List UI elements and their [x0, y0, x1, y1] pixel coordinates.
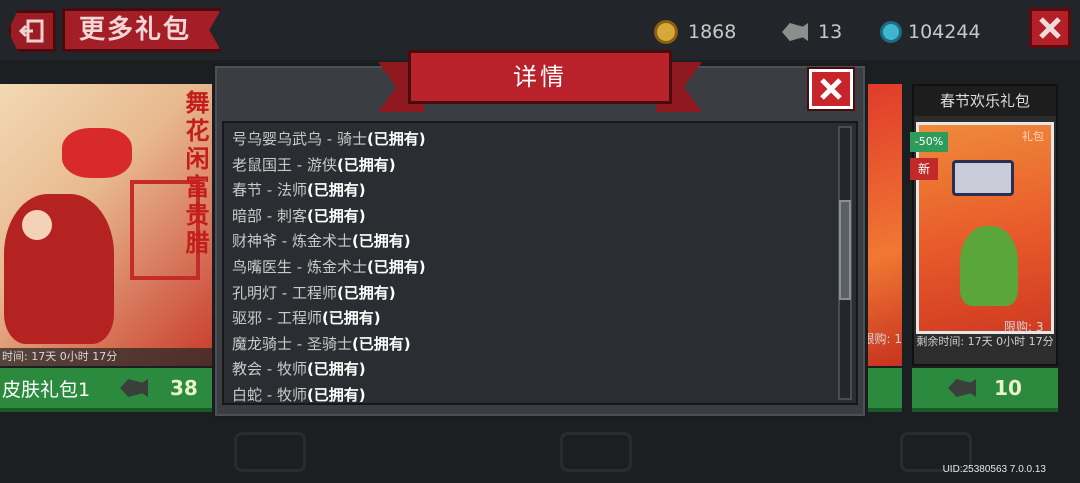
list-item: 魔龙骑士 - 圣骑士(已拥有) — [232, 332, 832, 358]
item-status: (已拥有) — [306, 206, 366, 225]
list-item: 孔明灯 - 工程师(已拥有) — [232, 281, 832, 307]
exit-icon — [19, 19, 44, 43]
close-page-button[interactable] — [1029, 8, 1071, 48]
list-item: 鸟嘴医生 - 炼金术士(已拥有) — [232, 255, 832, 281]
gem-counter: 104244 — [880, 18, 981, 46]
list-item: 暗部 - 刺客(已拥有) — [232, 204, 832, 230]
item-hero: 号乌婴乌武乌 - 骑士 — [232, 130, 367, 148]
item-hero: 驱邪 - 工程师 — [232, 309, 322, 328]
spring-pack-buy-button[interactable]: 10 — [912, 368, 1058, 412]
gift-label: 礼包 — [1022, 130, 1044, 143]
gem-count: 104244 — [908, 21, 981, 43]
item-status: (已拥有) — [306, 385, 366, 404]
uid-version-label: UID:25380563 7.0.0.13 — [942, 464, 1046, 475]
item-status: (已拥有) — [306, 360, 366, 379]
pack-name: 皮肤礼包1 — [2, 378, 91, 401]
hidden-pack-limit: 限购: 1 — [866, 332, 902, 346]
bottom-nav-icon[interactable] — [234, 432, 306, 472]
fish-icon — [120, 379, 148, 397]
bottom-nav-icon[interactable] — [560, 432, 632, 472]
pack-title: 春节欢乐礼包 — [914, 86, 1056, 116]
item-hero: 魔龙骑士 - 圣骑士 — [232, 334, 352, 353]
close-icon — [1039, 17, 1061, 39]
dialog-close-button[interactable] — [807, 67, 855, 111]
fish-icon — [948, 379, 977, 397]
item-hero: 暗部 - 刺客 — [232, 206, 307, 225]
card-timer: 剩余时间: 17天 0小时 17分 — [916, 335, 1054, 348]
discount-badge: -50% — [910, 132, 948, 152]
card-art — [62, 128, 132, 178]
item-hero: 春节 - 法师 — [232, 181, 307, 200]
scrollbar-thumb[interactable] — [839, 200, 851, 300]
hidden-pack-card[interactable] — [866, 84, 902, 366]
fish-counter: 13 — [782, 18, 842, 46]
close-icon — [820, 78, 842, 100]
pack-price: 38 — [170, 376, 198, 400]
gem-icon — [880, 21, 902, 43]
new-badge: 新 — [910, 158, 938, 180]
item-hero: 财神爷 - 炼金术士 — [232, 232, 352, 251]
list-item: 白蛇 - 牧师(已拥有) — [232, 383, 832, 404]
purchase-limit: 限购: 3 — [1004, 320, 1044, 334]
list-item: 驱邪 - 工程师(已拥有) — [232, 306, 832, 332]
page-title: 更多礼包 — [62, 8, 222, 52]
item-status: (已拥有) — [336, 283, 396, 302]
fish-icon — [782, 23, 808, 41]
item-status: (已拥有) — [366, 130, 426, 148]
fish-count: 13 — [818, 21, 843, 43]
list-content: 号乌婴乌武乌 - 骑士(已拥有) 老鼠国王 - 游侠(已拥有) 春节 - 法师(… — [232, 127, 832, 404]
list-item: 教会 - 牧师(已拥有) — [232, 357, 832, 383]
card-banner-text: 舞花闲富贵腊 — [181, 90, 209, 258]
item-hero: 教会 - 牧师 — [232, 360, 307, 379]
coin-icon — [654, 20, 678, 44]
card-art — [4, 194, 114, 344]
owned-items-list[interactable]: 号乌婴乌武乌 - 骑士(已拥有) 老鼠国王 - 游侠(已拥有) 春节 - 法师(… — [222, 121, 858, 405]
item-status: (已拥有) — [351, 334, 411, 353]
back-button[interactable] — [8, 10, 56, 52]
item-status: (已拥有) — [306, 181, 366, 200]
item-status: (已拥有) — [351, 232, 411, 251]
coin-count: 1868 — [688, 21, 737, 43]
list-item: 春节 - 法师(已拥有) — [232, 178, 832, 204]
skin-pack-buy-button[interactable]: 皮肤礼包1 38 — [0, 368, 212, 412]
item-status: (已拥有) — [366, 257, 426, 276]
item-status: (已拥有) — [321, 309, 381, 328]
list-item: 老鼠国王 - 游侠(已拥有) — [232, 153, 832, 179]
dialog-title: 详情 — [408, 50, 672, 104]
item-hero: 老鼠国王 - 游侠 — [232, 155, 337, 174]
item-hero: 白蛇 - 牧师 — [232, 385, 307, 404]
hidden-pack-buy-button[interactable] — [866, 368, 902, 412]
item-hero: 鸟嘴医生 - 炼金术士 — [232, 257, 367, 276]
card-art — [960, 226, 1018, 306]
card-timer: 时间: 17天 0小时 17分 — [0, 348, 212, 366]
list-item: 号乌婴乌武乌 - 骑士(已拥有) — [232, 127, 832, 153]
item-hero: 孔明灯 - 工程师 — [232, 283, 337, 302]
card-art — [952, 160, 1014, 196]
item-status: (已拥有) — [336, 155, 396, 174]
coin-counter: 1868 — [654, 18, 736, 46]
list-item: 财神爷 - 炼金术士(已拥有) — [232, 229, 832, 255]
pack-price: 10 — [994, 376, 1022, 400]
card-art — [22, 210, 52, 240]
